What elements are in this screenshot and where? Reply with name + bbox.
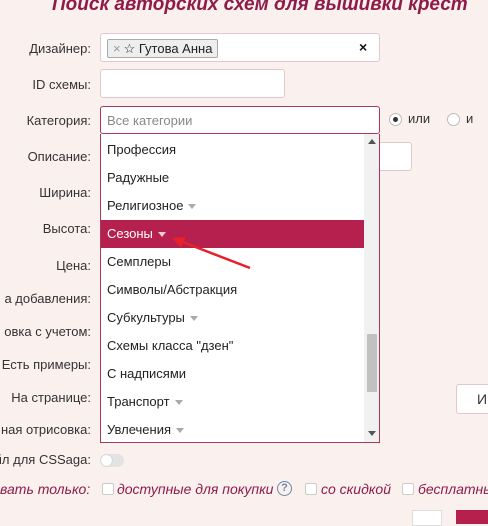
- search-button[interactable]: [456, 510, 488, 524]
- help-icon[interactable]: ?: [277, 481, 292, 496]
- annotation-arrow-icon: [172, 237, 251, 270]
- free-label: бесплатны: [418, 481, 488, 497]
- available-checkbox[interactable]: [102, 483, 114, 495]
- discount-label: со скидкой: [321, 481, 391, 497]
- available-label: доступные для покупки: [117, 481, 274, 497]
- label-show-only: вать только:: [0, 481, 91, 497]
- cssaga-toggle[interactable]: [100, 454, 124, 467]
- reset-button[interactable]: [412, 510, 442, 526]
- discount-checkbox[interactable]: [305, 483, 317, 495]
- free-checkbox[interactable]: [402, 483, 414, 495]
